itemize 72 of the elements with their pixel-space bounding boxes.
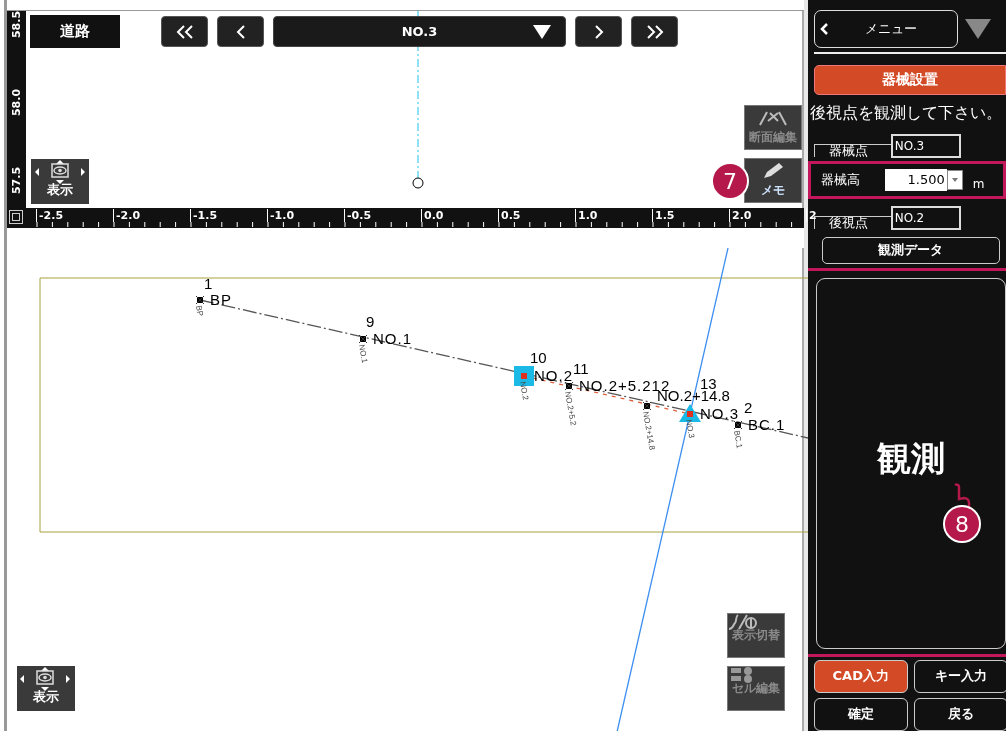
survey-point-marker xyxy=(195,295,205,305)
point-number: 1 xyxy=(204,274,213,292)
action-button[interactable]: 確定 xyxy=(813,698,908,731)
ruler-label: 0.0 xyxy=(421,208,444,222)
height-input-field[interactable]: 1.500 xyxy=(884,168,947,191)
instrument-point-marker xyxy=(412,177,424,189)
survey-point-marker xyxy=(733,420,743,430)
action-button[interactable]: 戻る xyxy=(913,698,1006,731)
point-name: NO.2 xyxy=(534,366,573,384)
previous-station-button[interactable] xyxy=(217,16,264,47)
point-name: NO.3 xyxy=(700,404,739,422)
station-dropdown[interactable]: NO.3 xyxy=(273,16,566,47)
point-number: 11 xyxy=(573,359,589,377)
road-label: 道路 xyxy=(30,15,120,48)
dropdown-triangle-icon[interactable] xyxy=(962,19,993,39)
point-name: BP xyxy=(210,290,232,308)
ruler-label: -1.0 xyxy=(267,208,295,222)
first-station-button[interactable] xyxy=(161,16,208,47)
ruler-label: -2.5 xyxy=(36,208,64,222)
cross-section-icon xyxy=(757,109,788,127)
ruler-label: 2.0 xyxy=(729,208,752,222)
station-tag: NO.3 xyxy=(684,418,697,439)
input-tab[interactable]: CAD入力 xyxy=(813,660,908,693)
double-chevron-left-icon xyxy=(174,23,195,40)
chevron-right-icon xyxy=(593,23,604,40)
switch-view-icon xyxy=(727,612,757,631)
ruler-label: -1.5 xyxy=(190,208,218,222)
survey-point-marker xyxy=(642,401,652,411)
ruler-label: -0.5 xyxy=(344,208,372,222)
dropdown-triangle-icon xyxy=(533,25,551,39)
tool-button[interactable]: メモ xyxy=(743,158,802,203)
point-name: NO.1 xyxy=(373,329,412,347)
next-station-button[interactable] xyxy=(575,16,622,47)
chevron-left-icon xyxy=(235,23,246,40)
ruler-label: 58.5 xyxy=(9,9,23,41)
caret-icon xyxy=(951,177,958,182)
chevron-left-icon xyxy=(818,22,829,36)
menu-button[interactable]: メニュー xyxy=(813,10,958,48)
field-value: NO.2 xyxy=(890,205,961,230)
fit-view-icon[interactable] xyxy=(9,209,23,224)
station-tag: NO.2+14.8 xyxy=(641,410,657,451)
ruler-label: -2.0 xyxy=(113,208,141,222)
mode-banner: 器械設置 xyxy=(813,64,1006,96)
ruler-label: 58.0 xyxy=(9,87,23,119)
station-tag: BC.1 xyxy=(732,429,744,449)
station-tag: NO.2 xyxy=(518,380,531,401)
ruler-label: 1.0 xyxy=(575,208,598,222)
field-value: NO.3 xyxy=(890,133,961,158)
last-station-button[interactable] xyxy=(631,16,678,47)
station-tag: NO.2+5.2 xyxy=(563,390,578,426)
input-tab[interactable]: キー入力 xyxy=(913,660,1006,693)
station-tag: BP xyxy=(194,304,205,317)
survey-point-marker xyxy=(358,334,368,344)
instrument-point-marker xyxy=(679,403,701,422)
ruler-label: 1.5 xyxy=(652,208,675,222)
ruler-label: 0.5 xyxy=(498,208,521,222)
display-control[interactable]: 表示 xyxy=(17,665,75,711)
instruction-text: 後視点を観測して下さい。 xyxy=(809,103,1003,125)
field-label: 器械高 xyxy=(820,173,861,186)
display-control[interactable]: 表示 xyxy=(31,158,89,204)
point-number: 9 xyxy=(366,312,375,330)
point-name: BC.1 xyxy=(748,415,786,433)
point-number: 2 xyxy=(744,398,753,416)
observation-data-button[interactable]: 観測データ xyxy=(821,236,1000,265)
point-number: 13 xyxy=(700,374,717,392)
point-number: 10 xyxy=(530,348,547,366)
unit-label: m xyxy=(972,176,985,191)
survey-point-marker xyxy=(564,381,574,391)
double-chevron-right-icon xyxy=(644,23,665,40)
ruler-label: 57.5 xyxy=(9,165,23,197)
station-tag: NO.1 xyxy=(357,343,370,364)
field-label: 器械点 xyxy=(813,143,891,157)
